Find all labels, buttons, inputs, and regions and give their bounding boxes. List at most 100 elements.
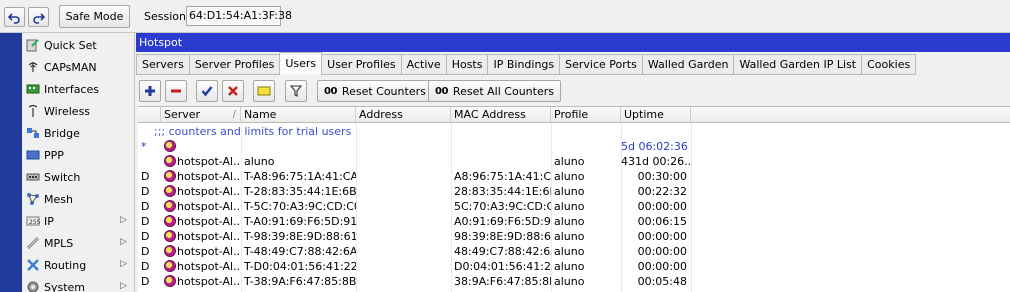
cell-mac: 5C:70:A3:9C:CD:C0 xyxy=(454,200,551,213)
cell-profile: aluno xyxy=(554,215,585,228)
table-row[interactable]: Dhotspot-Al... T-38:9A:F6:47:85:8B 38:9A:F… xyxy=(138,274,1010,289)
sort-icon: / xyxy=(232,109,236,120)
tab-walled-garden-ip-list[interactable]: Walled Garden IP List xyxy=(733,54,863,75)
tab-service-ports[interactable]: Service Ports xyxy=(559,54,643,75)
col-uptime[interactable]: Uptime xyxy=(621,107,691,123)
cell-text: hotspot-Al... xyxy=(177,275,241,288)
hotspot-user-icon xyxy=(164,215,176,227)
sidebar-item-switch[interactable]: Switch xyxy=(22,166,135,188)
cell-server: hotspot-Al... xyxy=(161,244,241,259)
cell-flag: D xyxy=(141,185,150,198)
tab-cookies[interactable]: Cookies xyxy=(861,54,917,75)
cell-text: hotspot-Al... xyxy=(177,185,241,198)
system-icon xyxy=(25,279,41,292)
table-row[interactable]: Dhotspot-Al... T-D0:04:01:56:41:22 D0:04:0… xyxy=(138,259,1010,274)
cell-profile: aluno xyxy=(554,170,585,183)
filter-icon xyxy=(290,85,302,97)
cell-text: hotspot-Al... xyxy=(177,200,241,213)
table-row[interactable]: Dhotspot-Al... T-5C:70:A3:9C:CD:C0 5C:70:A… xyxy=(138,199,1010,214)
cell-mac: A0:91:69:F6:5D:91 xyxy=(454,215,551,228)
tab-walled-garden[interactable]: Walled Garden xyxy=(641,54,735,75)
col-mac-address[interactable]: MAC Address xyxy=(451,107,551,123)
cell-name: T-A8:96:75:1A:41:CA xyxy=(244,170,356,183)
sidebar-item-capsman[interactable]: CAPsMAN xyxy=(22,56,135,78)
submenu-arrow-icon: ▷ xyxy=(120,215,127,225)
redo-button[interactable] xyxy=(28,7,49,27)
sidebar-item-mesh[interactable]: Mesh xyxy=(22,188,135,210)
tab-active[interactable]: Active xyxy=(400,54,447,75)
table-row[interactable]: Dhotspot-Al... T-A8:96:75:1A:41:CA A8:96:7… xyxy=(138,169,1010,184)
sidebar-item-interfaces[interactable]: Interfaces xyxy=(22,78,135,100)
cell-server: hotspot-Al... xyxy=(161,274,241,289)
table-row[interactable]: Dhotspot-Al... T-98:39:8E:9D:88:61 98:39:8… xyxy=(138,229,1010,244)
routing-icon xyxy=(25,257,41,273)
hotspot-user-icon xyxy=(164,170,176,182)
cell-name: aluno xyxy=(244,155,275,168)
cell-flag: D xyxy=(141,170,150,183)
table-row[interactable]: hotspot-Al... aluno aluno 431d 00:26... xyxy=(138,154,1010,169)
sidebar-item-label: Switch xyxy=(44,170,81,184)
reset-all-counters-button[interactable]: 00 Reset All Counters xyxy=(428,80,561,102)
col-profile[interactable]: Profile xyxy=(551,107,621,123)
cell-mac: 38:9A:F6:47:85:8B xyxy=(454,275,551,288)
tab-hosts[interactable]: Hosts xyxy=(445,54,489,75)
table-row[interactable]: Dhotspot-Al... T-A0:91:69:F6:5D:91 A0:91:6… xyxy=(138,214,1010,229)
cell-uptime: 00:00:00 xyxy=(637,200,687,213)
safe-mode-button[interactable]: Safe Mode xyxy=(59,5,130,28)
comment-button[interactable] xyxy=(253,80,275,102)
comment-row[interactable]: ;;; counters and limits for trial users xyxy=(138,124,1010,139)
ppp-icon xyxy=(25,147,41,163)
left-brand-strip xyxy=(0,33,22,292)
sidebar-item-mpls[interactable]: MPLS ▷ xyxy=(22,232,135,254)
undo-button[interactable] xyxy=(4,7,25,27)
filter-button[interactable] xyxy=(285,80,307,102)
check-icon xyxy=(201,86,213,97)
cell-flag: D xyxy=(141,245,150,258)
hotspot-user-icon xyxy=(164,260,176,272)
table-row[interactable]: Dhotspot-Al... T-28:83:35:44:1E:6B 28:83:3… xyxy=(138,184,1010,199)
col-name[interactable]: Name xyxy=(241,107,356,123)
table-row[interactable]: * 5d 06:02:36 xyxy=(138,139,1010,154)
tab-ip-bindings[interactable]: IP Bindings xyxy=(487,54,561,75)
cell-mac: 28:83:35:44:1E:6B xyxy=(454,185,551,198)
hotspot-user-icon xyxy=(164,185,176,197)
col-address[interactable]: Address xyxy=(356,107,451,123)
add-button[interactable] xyxy=(139,80,161,102)
disable-button[interactable] xyxy=(222,80,244,102)
cell-flag: D xyxy=(141,200,150,213)
sidebar-item-bridge[interactable]: Bridge xyxy=(22,122,135,144)
sidebar-item-ip[interactable]: 255 IP ▷ xyxy=(22,210,135,232)
cell-mac xyxy=(451,154,551,169)
cell-uptime: 00:00:00 xyxy=(637,230,687,243)
sidebar-item-ppp[interactable]: PPP xyxy=(22,144,135,166)
tab-users[interactable]: Users xyxy=(279,52,323,75)
window-title: Hotspot xyxy=(136,33,1010,52)
table-header: Server / Name Address MAC Address Profile… xyxy=(138,107,1010,123)
table-row[interactable]: Dhotspot-Al... T-48:49:C7:88:42:6A 48:49:C… xyxy=(138,244,1010,259)
sidebar-item-quick-set[interactable]: Quick Set xyxy=(22,34,135,56)
tab-bar: Servers Server Profiles Users User Profi… xyxy=(136,52,917,76)
cell-profile: aluno xyxy=(554,245,585,258)
sidebar-item-routing[interactable]: Routing ▷ xyxy=(22,254,135,276)
cell-mac: D0:04:01:56:41:22 xyxy=(454,260,551,273)
sidebar-item-wireless[interactable]: Wireless xyxy=(22,100,135,122)
reset-counters-button[interactable]: 00 Reset Counters xyxy=(317,80,433,102)
remove-button[interactable] xyxy=(165,80,187,102)
cell-address xyxy=(356,139,451,154)
row-comment: ;;; counters and limits for trial users xyxy=(154,125,352,138)
cell-profile: aluno xyxy=(554,155,585,168)
col-server[interactable]: Server / xyxy=(161,107,241,123)
sidebar-item-label: MPLS xyxy=(44,236,74,250)
reset-counters-label: Reset Counters xyxy=(341,84,426,98)
tab-servers[interactable]: Servers xyxy=(136,54,190,75)
tab-server-profiles[interactable]: Server Profiles xyxy=(188,54,281,75)
session-field[interactable]: 64:D1:54:A1:3F:38 xyxy=(186,6,292,26)
col-flag[interactable] xyxy=(138,107,161,123)
hotspot-user-icon xyxy=(164,200,176,212)
cell-address xyxy=(356,214,451,229)
sidebar-item-system[interactable]: System ▷ xyxy=(22,276,135,292)
tab-user-profiles[interactable]: User Profiles xyxy=(321,54,402,75)
redo-icon xyxy=(33,12,45,24)
enable-button[interactable] xyxy=(196,80,218,102)
sidebar-item-label: Mesh xyxy=(44,192,73,206)
